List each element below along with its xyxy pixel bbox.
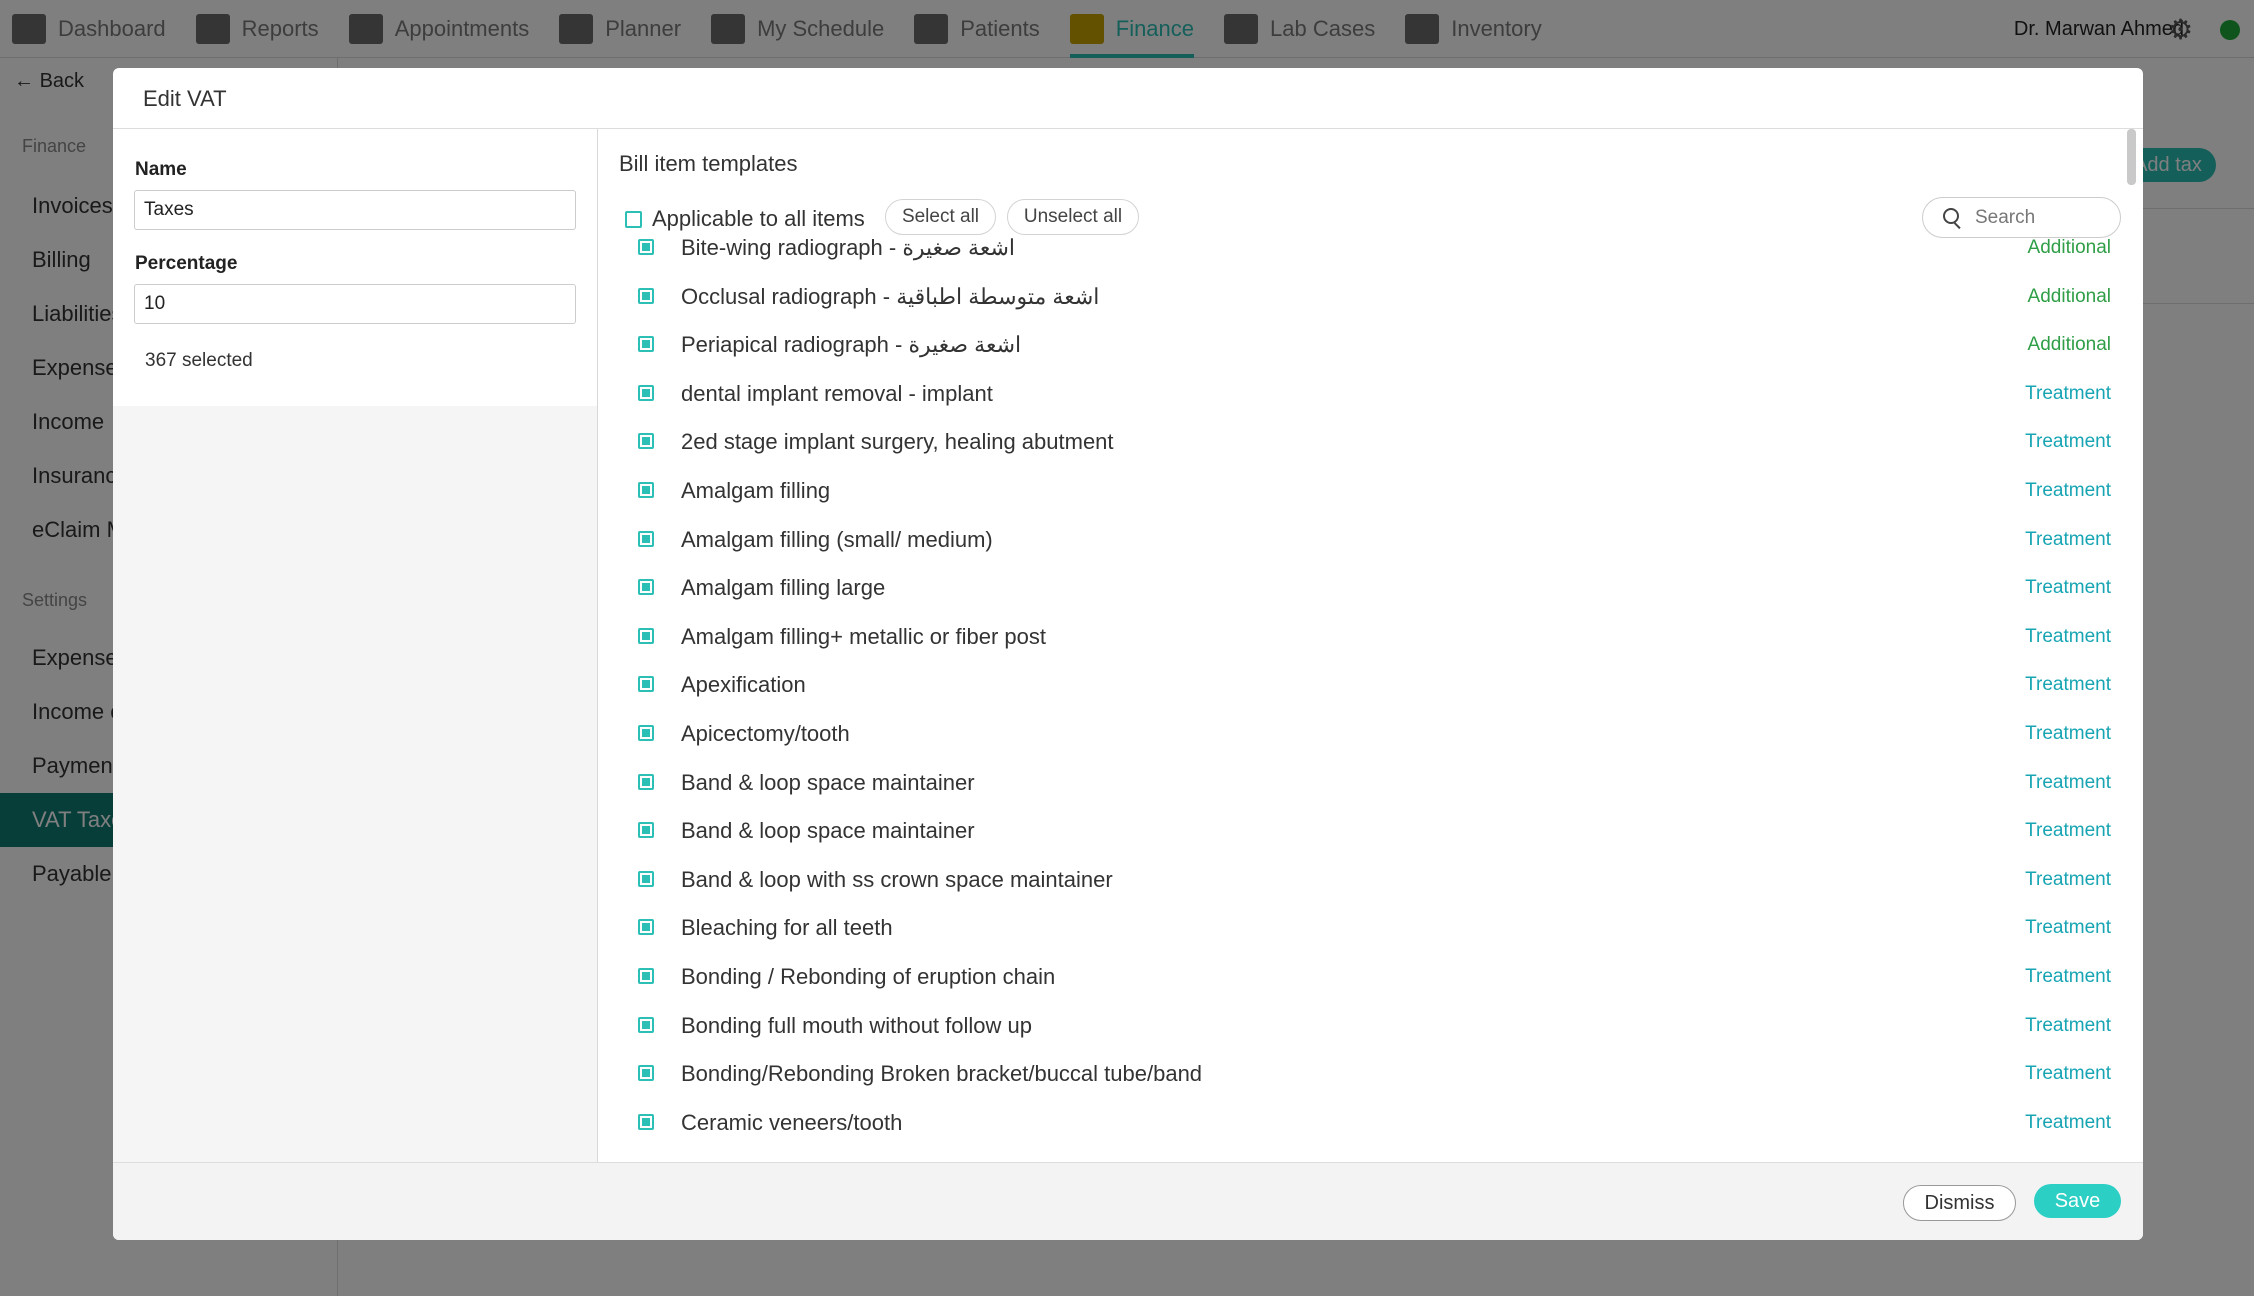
bill-item-row[interactable]: Occlusal radiograph - اشعة متوسطة اطباقي… [599, 272, 2143, 320]
bill-item-row[interactable]: Apexification Treatment [599, 660, 2143, 708]
item-checkbox[interactable] [638, 1017, 654, 1033]
item-type: Treatment [2025, 772, 2111, 793]
item-checkbox[interactable] [638, 774, 654, 790]
item-type: Treatment [2025, 431, 2111, 452]
item-name: Bonding / Rebonding of eruption chain [681, 964, 1056, 989]
modal-title: Edit VAT [143, 86, 227, 111]
bill-item-row[interactable]: Band & loop space maintainer Treatment [599, 806, 2143, 854]
item-name: Amalgam filling large [681, 575, 886, 600]
item-type: Additional [2027, 286, 2111, 307]
bill-item-row[interactable]: Bite-wing radiograph - اشعة صغيرة Additio… [599, 223, 2143, 271]
item-checkbox[interactable] [638, 482, 654, 498]
bill-item-row[interactable]: Amalgam filling Treatment [599, 466, 2143, 514]
item-type: Treatment [2025, 626, 2111, 647]
item-type: Treatment [2025, 820, 2111, 841]
item-type: Treatment [2025, 966, 2111, 987]
item-name: Amalgam filling [681, 478, 831, 503]
bill-item-row[interactable]: Band & loop space maintainer Treatment [599, 758, 2143, 806]
name-field[interactable] [134, 190, 576, 230]
item-type: Treatment [2025, 480, 2111, 501]
modal-header: Edit VAT [113, 68, 2143, 129]
item-name: Bonding/Rebonding Broken bracket/buccal … [681, 1061, 1203, 1086]
bill-item-row[interactable]: dental implant removal - implant Treatmen… [599, 369, 2143, 417]
save-button[interactable]: Save [2034, 1184, 2121, 1218]
tax-form: Name Percentage 367 selected [113, 129, 597, 406]
percentage-field[interactable] [134, 284, 576, 324]
item-type: Treatment [2025, 529, 2111, 550]
item-checkbox[interactable] [638, 725, 654, 741]
item-checkbox[interactable] [638, 385, 654, 401]
item-type: Treatment [2025, 1112, 2111, 1133]
item-type: Treatment [2025, 1063, 2111, 1084]
bill-item-row[interactable]: Bonding full mouth without follow up Trea… [599, 1001, 2143, 1049]
item-checkbox[interactable] [638, 628, 654, 644]
item-checkbox[interactable] [638, 676, 654, 692]
item-name: Ceramic veneers/tooth [681, 1110, 903, 1135]
item-name: Occlusal radiograph - اشعة متوسطة اطباقي… [681, 284, 1100, 309]
item-checkbox[interactable] [638, 531, 654, 547]
item-name: Apicectomy/tooth [681, 721, 850, 746]
item-name: Amalgam filling (small/ medium) [681, 527, 993, 552]
section-title: Bill item templates [619, 151, 798, 176]
bill-item-row[interactable]: Bonding/Rebonding Broken bracket/buccal … [599, 1049, 2143, 1097]
item-type: Additional [2027, 237, 2111, 258]
item-checkbox[interactable] [638, 288, 654, 304]
item-name: Periapical radiograph - اشعة صغيرة [681, 332, 1022, 357]
item-type: Treatment [2025, 674, 2111, 695]
item-name: Apexification [681, 672, 806, 697]
item-name: Bite-wing radiograph - اشعة صغيرة [681, 235, 1016, 260]
percentage-label: Percentage [135, 253, 238, 274]
dismiss-button[interactable]: Dismiss [1903, 1185, 2016, 1221]
item-type: Treatment [2025, 723, 2111, 744]
item-type: Treatment [2025, 1015, 2111, 1036]
item-checkbox[interactable] [638, 968, 654, 984]
item-name: Bonding full mouth without follow up [681, 1013, 1032, 1038]
bill-item-row[interactable]: Periapical radiograph - اشعة صغيرة Additi… [599, 320, 2143, 368]
item-checkbox[interactable] [638, 1065, 654, 1081]
selected-count: 367 selected [145, 350, 253, 371]
bill-item-templates-panel: Bill item templates Applicable to all it… [599, 129, 2143, 1162]
bill-item-row[interactable]: Amalgam filling (small/ medium) Treatment [599, 515, 2143, 563]
scrollbar[interactable] [2127, 129, 2136, 185]
modal-footer: Dismiss Save [113, 1162, 2143, 1240]
item-name: Bleaching for all teeth [681, 915, 893, 940]
item-type: Treatment [2025, 869, 2111, 890]
item-checkbox[interactable] [638, 239, 654, 255]
item-checkbox[interactable] [638, 822, 654, 838]
edit-vat-modal: Edit VAT Name Percentage 367 selected Bi… [113, 68, 2143, 1240]
item-type: Treatment [2025, 383, 2111, 404]
item-checkbox[interactable] [638, 433, 654, 449]
item-checkbox[interactable] [638, 1114, 654, 1130]
item-checkbox[interactable] [638, 919, 654, 935]
bill-item-row[interactable]: 2ed stage implant surgery, healing abutm… [599, 417, 2143, 465]
bill-item-row[interactable]: Bonding / Rebonding of eruption chain Tre… [599, 952, 2143, 1000]
name-label: Name [135, 159, 187, 180]
item-type: Treatment [2025, 917, 2111, 938]
item-checkbox[interactable] [638, 579, 654, 595]
bill-item-row[interactable]: Apicectomy/tooth Treatment [599, 709, 2143, 757]
item-name: dental implant removal - implant [681, 381, 993, 406]
item-name: 2ed stage implant surgery, healing abutm… [681, 429, 1114, 454]
bill-item-row[interactable]: Amalgam filling large Treatment [599, 563, 2143, 611]
bill-item-row[interactable]: Amalgam filling+ metallic or fiber post T… [599, 612, 2143, 660]
item-checkbox[interactable] [638, 336, 654, 352]
item-name: Band & loop space maintainer [681, 818, 975, 843]
bill-item-row[interactable]: Band & loop with ss crown space maintain… [599, 855, 2143, 903]
item-type: Treatment [2025, 577, 2111, 598]
item-type: Additional [2027, 334, 2111, 355]
tax-form-panel: Name Percentage 367 selected [113, 129, 598, 1162]
item-name: Amalgam filling+ metallic or fiber post [681, 624, 1046, 649]
item-checkbox[interactable] [638, 871, 654, 887]
item-name: Band & loop with ss crown space maintain… [681, 867, 1113, 892]
bill-item-row[interactable]: Ceramic veneers/tooth Treatment [599, 1098, 2143, 1146]
item-name: Band & loop space maintainer [681, 770, 975, 795]
bill-item-row[interactable]: Bleaching for all teeth Treatment [599, 903, 2143, 951]
